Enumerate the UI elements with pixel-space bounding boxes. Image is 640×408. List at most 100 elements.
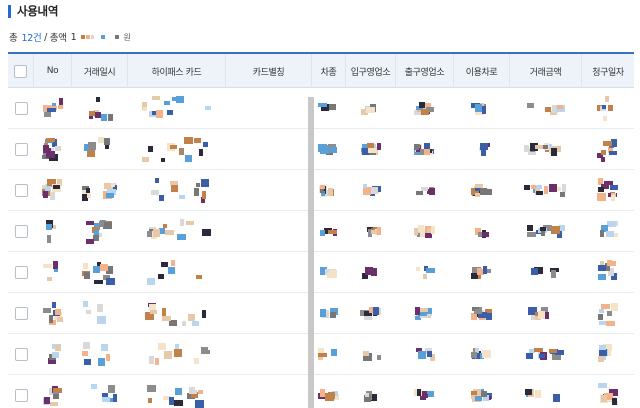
redaction-pixel xyxy=(202,309,206,318)
redacted-hipass-card-cell xyxy=(142,301,212,327)
redacted-datetime-cell xyxy=(82,219,118,245)
column-header-amount[interactable]: 거래금액 xyxy=(510,54,582,88)
select-all-checkbox[interactable] xyxy=(14,64,27,78)
redaction-pixel xyxy=(86,187,90,193)
row-checkbox[interactable] xyxy=(14,307,28,320)
table-row[interactable] xyxy=(8,293,634,334)
redaction-pixel xyxy=(49,314,53,323)
redaction-pixel xyxy=(538,310,545,319)
redaction-pixel xyxy=(53,260,58,269)
redaction-pixel xyxy=(481,147,486,156)
redaction-pixel xyxy=(99,220,104,227)
redaction-pixel xyxy=(83,262,88,269)
redaction-pixel xyxy=(414,143,419,150)
usage-history-table: No 거래일시 하이패스 카드 카드별칭 차종 입구영업소 출구영업소 이용차로 거래금액 청구일… xyxy=(8,52,634,408)
table-row[interactable] xyxy=(8,334,634,375)
redacted-lane-cell xyxy=(471,225,493,239)
table-row[interactable] xyxy=(8,375,634,408)
redaction-pixel xyxy=(196,182,200,187)
redaction-pixel xyxy=(202,190,206,199)
redaction-pixel xyxy=(598,355,604,362)
row-checkbox[interactable] xyxy=(14,225,28,238)
redaction-pixel xyxy=(600,229,604,237)
redaction-pixel xyxy=(330,311,336,318)
column-header-hipass-card[interactable]: 하이패스 카드 xyxy=(128,54,226,88)
redaction-pixel xyxy=(106,277,115,285)
row-checkbox[interactable] xyxy=(14,184,28,197)
redaction-pixel xyxy=(174,348,182,357)
column-header-lane[interactable]: 이용차로 xyxy=(454,54,510,88)
row-checkbox[interactable] xyxy=(14,389,28,402)
redacted-hipass-card-cell xyxy=(142,136,212,163)
redacted-billing-date-cell xyxy=(597,382,619,408)
redaction-pixel xyxy=(549,183,557,192)
section-title-text: 사용내역 xyxy=(17,4,59,18)
redaction-pixel xyxy=(165,229,174,235)
redaction-pixel xyxy=(91,383,97,389)
table-row[interactable] xyxy=(8,170,634,211)
redaction-pixel xyxy=(185,154,192,162)
redaction-pixel xyxy=(598,313,603,320)
redaction-pixel xyxy=(171,183,178,192)
row-checkbox[interactable] xyxy=(14,348,28,361)
redaction-pixel xyxy=(151,189,159,195)
redacted-vehicle-class-cell xyxy=(318,388,340,403)
redacted-lane-cell xyxy=(471,265,493,280)
redaction-pixel xyxy=(148,145,153,152)
redaction-pixel xyxy=(557,104,563,109)
column-header-entry-office[interactable]: 입구영업소 xyxy=(346,54,396,88)
redaction-pixel xyxy=(427,350,432,357)
row-checkbox[interactable] xyxy=(14,102,28,115)
redaction-pixel xyxy=(147,384,156,392)
redaction-pixel xyxy=(86,309,91,314)
redaction-pixel xyxy=(150,309,157,314)
table-row[interactable] xyxy=(8,88,634,129)
redaction-pixel xyxy=(603,115,607,121)
redaction-pixel xyxy=(373,306,379,315)
redaction-pixel xyxy=(100,263,108,271)
row-checkbox[interactable] xyxy=(14,143,28,156)
redaction-pixel xyxy=(101,343,108,351)
redaction-pixel xyxy=(599,344,606,350)
title-accent-bar xyxy=(8,4,11,18)
redaction-pixel xyxy=(318,352,327,357)
redaction-pixel xyxy=(158,273,164,279)
table-row[interactable] xyxy=(8,252,634,293)
redaction-pixel xyxy=(602,104,606,109)
redaction-pixel xyxy=(607,260,616,266)
redaction-pixel xyxy=(184,136,193,144)
redacted-entry-office-cell xyxy=(360,266,382,280)
frozen-column-divider[interactable] xyxy=(308,97,314,408)
redaction-pixel xyxy=(610,184,618,190)
redaction-pixel xyxy=(417,388,421,396)
column-header-card-alias[interactable]: 카드별칭 xyxy=(226,54,312,88)
redaction-pixel xyxy=(149,355,154,364)
redaction-pixel xyxy=(562,183,566,192)
redaction-pixel xyxy=(606,320,615,326)
redacted-vehicle-class-cell xyxy=(318,143,340,157)
redaction-pixel xyxy=(597,192,606,201)
column-header-datetime[interactable]: 거래일시 xyxy=(72,54,128,88)
redaction-pixel xyxy=(328,187,333,196)
row-checkbox[interactable] xyxy=(14,266,28,279)
redaction-pixel xyxy=(152,95,160,100)
redacted-entry-office-cell xyxy=(360,102,382,116)
redaction-pixel xyxy=(147,230,152,237)
redaction-pixel xyxy=(46,137,55,142)
redaction-pixel xyxy=(161,261,168,267)
table-row[interactable] xyxy=(8,129,634,170)
column-header-no[interactable]: No xyxy=(34,54,72,88)
table-row[interactable] xyxy=(8,211,634,252)
column-header-billing-date[interactable]: 청구일자 xyxy=(582,54,634,88)
column-header-vehicle-class[interactable]: 차종 xyxy=(312,54,346,88)
redacted-billing-date-cell xyxy=(597,219,619,245)
redaction-pixel xyxy=(52,301,56,308)
redaction-pixel xyxy=(199,148,203,156)
redaction-pixel xyxy=(544,185,548,194)
column-header-exit-office[interactable]: 출구영업소 xyxy=(396,54,454,88)
redaction-pixel xyxy=(44,111,51,117)
redaction-pixel xyxy=(205,105,211,110)
redacted-datetime-cell xyxy=(82,136,118,163)
redacted-exit-office-cell xyxy=(414,101,436,116)
redacted-no-cell xyxy=(42,137,64,163)
